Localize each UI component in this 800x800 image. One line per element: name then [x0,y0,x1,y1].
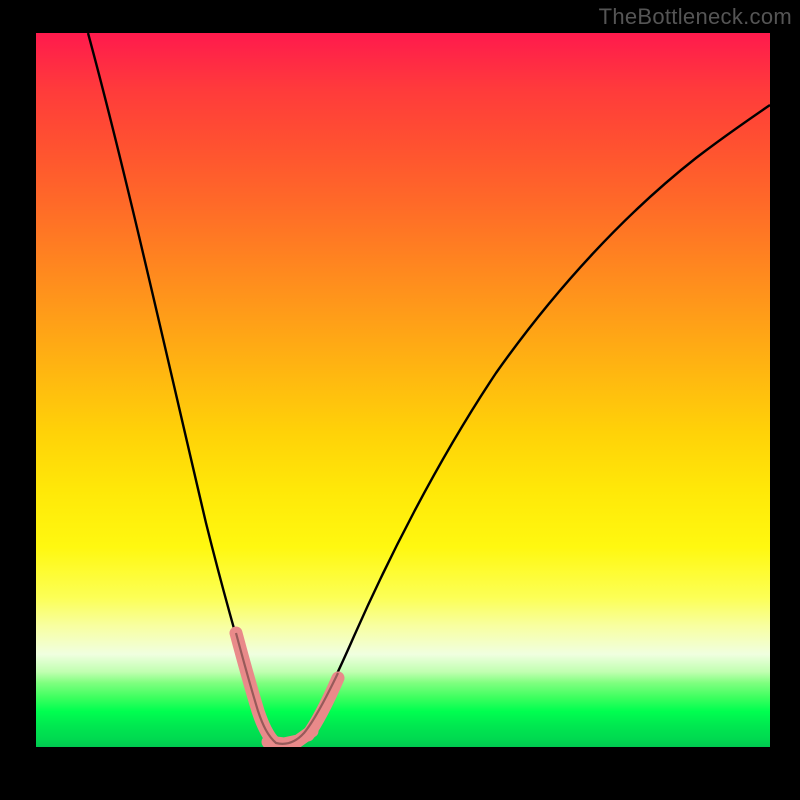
chart-plot-area [36,33,770,747]
highlight-right [308,678,338,735]
bottleneck-curve [88,33,770,744]
bottleneck-curve-overlay [236,633,338,744]
chart-svg [36,33,770,747]
watermark-text: TheBottleneck.com [599,4,792,30]
highlight-left [236,633,274,742]
